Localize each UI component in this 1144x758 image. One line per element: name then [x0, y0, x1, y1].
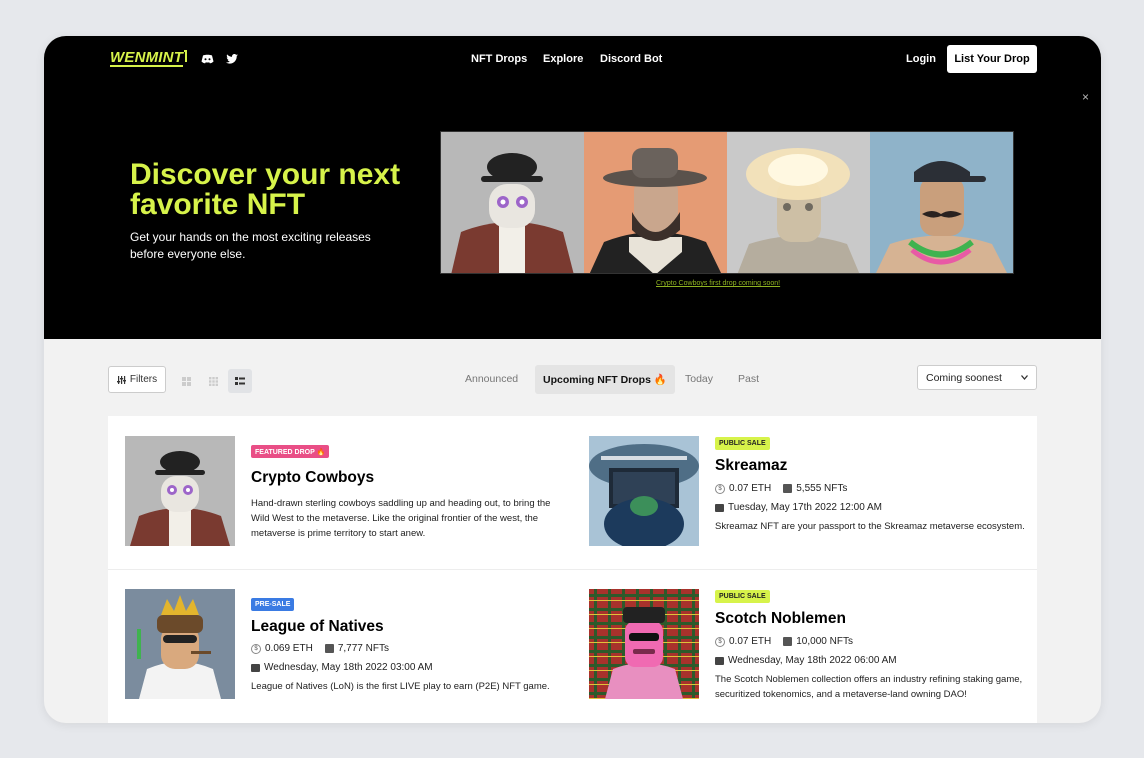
filters-label: Filters [129, 374, 158, 385]
featured-drop-badge: FEATURED DROP 🔥 [251, 445, 330, 458]
drop-description: Hand-drawn sterling cowboys saddling up … [251, 498, 551, 539]
drop-price-supply: $ 0.07 ETH 10,000 NFTs [715, 636, 853, 647]
supply-icon [783, 484, 793, 493]
pre-sale-badge: PRE-SALE [251, 598, 295, 611]
filters-button[interactable]: Filters [108, 366, 166, 393]
drop-date: Wednesday, May 18th 2022 06:00 AM [728, 655, 897, 666]
row-divider [108, 569, 1037, 570]
drop-price: 0.07 ETH [729, 483, 772, 494]
nav-explore[interactable]: Explore [543, 53, 583, 65]
drop-date-row: Tuesday, May 17th 2022 12:00 AM [715, 502, 882, 513]
drop-supply: 7,777 NFTs [337, 643, 389, 654]
twitter-icon[interactable] [225, 52, 239, 66]
hero-subtitle: Get your hands on the most exciting rele… [130, 230, 371, 261]
banner-panel-flaming-cowboy [727, 132, 870, 273]
drop-date: Tuesday, May 17th 2022 12:00 AM [728, 502, 882, 513]
tab-announced[interactable]: Announced [465, 373, 518, 385]
supply-icon [783, 637, 793, 646]
drop-thumbnail [125, 436, 235, 546]
drop-date-row: Wednesday, May 18th 2022 06:00 AM [715, 655, 897, 666]
sort-select[interactable]: Coming soonest [917, 365, 1037, 390]
banner-panel-mustache-cowboy [870, 132, 1013, 273]
drop-description: Skreamaz NFT are your passport to the Sk… [715, 521, 1025, 532]
drop-thumbnail [589, 589, 699, 699]
discord-icon[interactable] [200, 52, 214, 66]
drop-description: The Scotch Noblemen collection offers an… [715, 674, 1023, 700]
banner-link[interactable]: Crypto Cowboys first drop coming soon! [656, 280, 780, 287]
drop-price: 0.07 ETH [729, 636, 772, 647]
tab-upcoming-nft-drops[interactable]: Upcoming NFT Drops 🔥 [535, 365, 675, 394]
hero-banner[interactable] [440, 131, 1014, 274]
drop-price-supply: $ 0.07 ETH 5,555 NFTs [715, 483, 847, 494]
browser-frame: WENMINT NFT Drops Explore Discord Bot Lo… [44, 36, 1101, 723]
drop-title[interactable]: Scotch Noblemen [715, 610, 846, 628]
drop-card-scotch-noblemen[interactable]: PUBLIC SALE Scotch Noblemen $ 0.07 ETH 1… [589, 589, 1039, 709]
grid-large-view-icon[interactable] [174, 369, 198, 393]
drop-thumbnail [589, 436, 699, 546]
tab-today[interactable]: Today [685, 373, 713, 385]
drop-card-league-of-natives[interactable]: PRE-SALE League of Natives $ 0.069 ETH 7… [125, 589, 575, 709]
drop-supply: 10,000 NFTs [796, 636, 853, 647]
drop-price: 0.069 ETH [265, 643, 313, 654]
filter-icon [116, 375, 126, 384]
calendar-icon [251, 663, 260, 672]
hero-title: Discover your next favorite NFT [130, 158, 401, 221]
sort-value: Coming soonest [926, 371, 1002, 384]
drop-price-supply: $ 0.069 ETH 7,777 NFTs [251, 643, 389, 654]
drop-date-row: Wednesday, May 18th 2022 03:00 AM [251, 662, 433, 673]
price-icon: $ [715, 636, 725, 647]
nav-nft-drops[interactable]: NFT Drops [471, 53, 527, 65]
supply-icon [324, 644, 334, 653]
close-icon[interactable]: × [1082, 90, 1089, 104]
grid-small-view-icon[interactable] [201, 369, 225, 393]
hero-section: WENMINT NFT Drops Explore Discord Bot Lo… [44, 36, 1101, 339]
public-sale-badge: PUBLIC SALE [715, 590, 770, 603]
chevron-down-icon [1021, 375, 1028, 380]
tab-past[interactable]: Past [738, 373, 759, 385]
drop-title[interactable]: League of Natives [251, 618, 384, 636]
drop-date: Wednesday, May 18th 2022 03:00 AM [264, 662, 433, 673]
calendar-icon [715, 503, 724, 512]
drop-card-skreamaz[interactable]: PUBLIC SALE Skreamaz $ 0.07 ETH 5,555 NF… [589, 436, 1039, 556]
drop-card-crypto-cowboys[interactable]: FEATURED DROP 🔥 Crypto Cowboys Hand-draw… [125, 436, 575, 556]
price-icon: $ [251, 643, 261, 654]
calendar-icon [715, 656, 724, 665]
logo-mark [184, 50, 187, 62]
drop-title[interactable]: Skreamaz [715, 457, 787, 475]
drop-supply: 5,555 NFTs [796, 483, 848, 494]
drop-description: League of Natives (LoN) is the first LIV… [251, 681, 550, 692]
list-your-drop-button[interactable]: List Your Drop [947, 45, 1037, 73]
banner-panel-bearded-cowboy [584, 132, 727, 273]
price-icon: $ [715, 483, 725, 494]
drops-list: FEATURED DROP 🔥 Crypto Cowboys Hand-draw… [108, 416, 1037, 723]
nav-discord-bot[interactable]: Discord Bot [600, 53, 662, 65]
logo[interactable]: WENMINT [110, 50, 184, 67]
login-link[interactable]: Login [906, 53, 936, 65]
drop-title[interactable]: Crypto Cowboys [251, 469, 374, 487]
public-sale-badge: PUBLIC SALE [715, 437, 770, 450]
top-nav: WENMINT NFT Drops Explore Discord Bot Lo… [44, 36, 1101, 82]
banner-panel-skeleton [441, 132, 584, 273]
drop-thumbnail [125, 589, 235, 699]
list-view-icon[interactable] [228, 369, 252, 393]
